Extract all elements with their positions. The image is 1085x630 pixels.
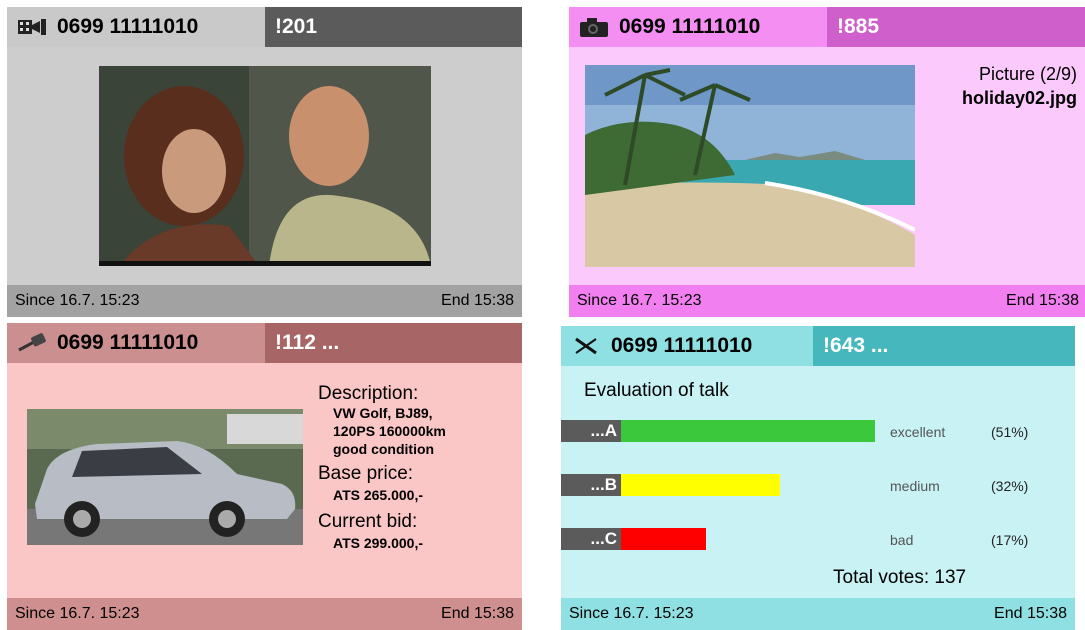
panel-body: Description: VW Golf, BJ89, 120PS 160000… — [7, 363, 522, 598]
option-bar — [621, 474, 780, 496]
message-code: !643 ... — [823, 334, 889, 357]
panel-header: 0699 11111010 !201 — [7, 7, 522, 47]
panel-body: Evaluation of talk ...A excellent (51%) … — [561, 366, 1075, 598]
phone-number: 0699 11111010 — [619, 15, 761, 38]
message-code: !201 — [275, 15, 318, 38]
car-photo — [27, 409, 303, 545]
end-time: End 15:38 — [994, 605, 1067, 622]
option-percent: (32%) — [991, 478, 1029, 494]
header-phone-area: 0699 11111010 — [7, 7, 265, 47]
phone-number: 0699 11111010 — [57, 15, 199, 38]
description-line-1: VW Golf, BJ89, — [333, 405, 433, 421]
option-label: excellent — [890, 424, 946, 440]
base-price-label: Base price: — [318, 463, 414, 484]
panel-header: 0699 11111010 !643 ... — [561, 326, 1075, 366]
since-time: Since 16.7. 15:23 — [15, 605, 140, 622]
video-frame — [99, 66, 431, 266]
current-bid-value: ATS 299.000,- — [333, 535, 424, 551]
header-phone-area: 0699 11111010 — [7, 323, 265, 363]
beach-photo — [585, 65, 915, 267]
panel-footer: Since 16.7. 15:23 End 15:38 — [569, 285, 1085, 317]
message-code: !112 ... — [275, 331, 340, 354]
description-label: Description: — [318, 383, 419, 404]
option-label: medium — [890, 478, 940, 494]
option-tag: ...A — [561, 420, 621, 442]
option-tag: ...C — [561, 528, 621, 550]
description-line-2: 120PS 160000km — [333, 423, 446, 439]
end-time: End 15:38 — [1006, 292, 1079, 309]
base-price-value: ATS 265.000,- — [333, 487, 424, 503]
gavel-icon — [15, 331, 49, 355]
end-time: End 15:38 — [441, 292, 514, 309]
panel-header: 0699 11111010 !112 ... — [7, 323, 522, 363]
poll-option-c: ...C — [561, 528, 981, 550]
header-phone-area: 0699 11111010 — [561, 326, 813, 366]
header-phone-area: 0699 11111010 — [569, 7, 827, 47]
since-time: Since 16.7. 15:23 — [577, 292, 702, 309]
current-bid-label: Current bid: — [318, 511, 418, 532]
panel-footer: Since 16.7. 15:23 End 15:38 — [7, 598, 522, 630]
panel-footer: Since 16.7. 15:23 End 15:38 — [561, 598, 1075, 630]
since-time: Since 16.7. 15:23 — [569, 605, 694, 622]
option-label: bad — [890, 532, 914, 548]
panel-header: 0699 11111010 !885 — [569, 7, 1085, 47]
since-time: Since 16.7. 15:23 — [15, 292, 140, 309]
picture-index: Picture (2/9) — [978, 64, 1077, 84]
picture-filename: holiday02.jpg — [961, 88, 1077, 108]
camera-icon — [577, 15, 611, 39]
film-icon — [15, 15, 49, 39]
picture-panel: 0699 11111010 !885 Picture (2/9) holiday… — [569, 7, 1085, 317]
option-bar — [621, 420, 875, 442]
message-code: !885 — [837, 15, 880, 38]
option-bar — [621, 528, 706, 550]
poll-title: Evaluation of talk — [584, 380, 729, 401]
panel-body: Picture (2/9) holiday02.jpg — [569, 47, 1085, 285]
option-tag: ...B — [561, 474, 621, 496]
voting-panel: 0699 11111010 !643 ... Evaluation of tal… — [561, 326, 1075, 630]
phone-number: 0699 11111010 — [611, 334, 753, 357]
end-time: End 15:38 — [441, 605, 514, 622]
vote-cross-icon — [569, 334, 603, 358]
auction-panel: 0699 11111010 !112 ... Description: VW G… — [7, 323, 522, 630]
panel-footer: Since 16.7. 15:23 End 15:38 — [7, 285, 522, 317]
description-line-3: good condition — [333, 441, 435, 457]
video-panel: 0699 11111010 !201 Since 16.7. 15:23 End… — [7, 7, 522, 317]
option-percent: (17%) — [991, 532, 1029, 548]
total-votes: Total votes: 137 — [833, 567, 967, 588]
panel-body — [7, 47, 522, 285]
phone-number: 0699 11111010 — [57, 331, 199, 354]
option-percent: (51%) — [991, 424, 1029, 440]
